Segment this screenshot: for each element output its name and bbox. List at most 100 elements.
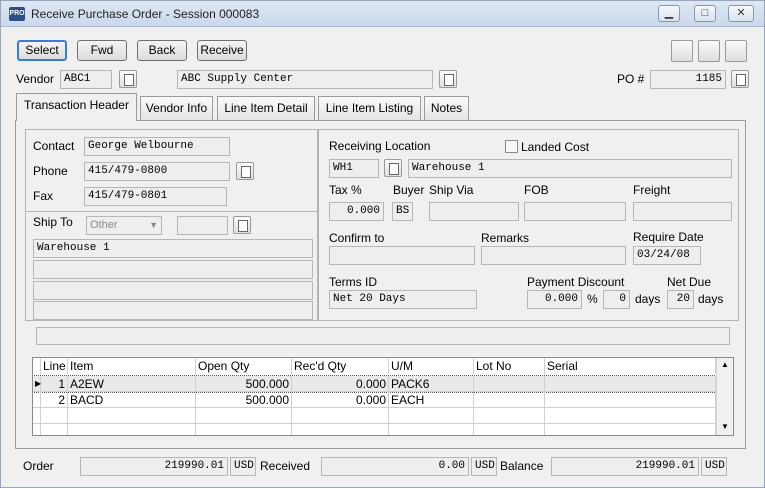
app-icon: PRO <box>9 7 25 21</box>
receiving-location-label: Receiving Location <box>329 139 431 153</box>
line-item-grid[interactable]: Line Item Open Qty Rec'd Qty U/M Lot No … <box>32 357 734 436</box>
col-lot-no[interactable]: Lot No <box>474 358 545 374</box>
phone-dial-icon[interactable] <box>236 162 254 180</box>
po-number-field[interactable]: 1185 <box>650 70 726 89</box>
maximize-button[interactable]: □ <box>694 5 716 22</box>
table-row[interactable]: ▶ 1 A2EW 500.000 0.000 PACK6 <box>33 375 717 393</box>
receive-button[interactable]: Receive <box>197 40 247 61</box>
cell-line: 1 <box>41 376 68 392</box>
col-open-qty[interactable]: Open Qty <box>196 358 292 374</box>
order-total-field: 219990.01 <box>80 457 228 476</box>
confirm-field[interactable] <box>329 246 475 265</box>
location-lookup-icon[interactable] <box>384 159 402 177</box>
vendor-notes-icon[interactable] <box>439 70 457 88</box>
fax-field[interactable]: 415/479-0801 <box>84 187 227 206</box>
percent-label: % <box>587 292 598 306</box>
tax-label: Tax % <box>329 183 362 197</box>
vendor-code-field[interactable]: ABC1 <box>60 70 112 89</box>
landed-cost-label: Landed Cost <box>521 140 590 154</box>
tax-field[interactable]: 0.000 <box>329 202 384 221</box>
vendor-lookup-icon[interactable] <box>119 70 137 88</box>
terms-label: Terms ID <box>329 275 377 289</box>
scroll-down-icon[interactable]: ▼ <box>721 422 729 431</box>
discount-days-label: days <box>635 292 661 306</box>
payment-discount-field[interactable]: 0.000 <box>527 290 582 309</box>
cell-serial <box>545 392 716 408</box>
close-button[interactable]: ✕ <box>728 5 754 22</box>
receiving-location-name[interactable]: Warehouse 1 <box>408 159 732 178</box>
fob-field[interactable] <box>524 202 626 221</box>
col-recd-qty[interactable]: Rec'd Qty <box>292 358 389 374</box>
contact-label: Contact <box>33 139 75 153</box>
require-date-field[interactable]: 03/24/08 <box>633 246 701 265</box>
cell-open-qty: 500.000 <box>196 376 292 392</box>
phone-label: Phone <box>33 164 68 178</box>
table-row[interactable] <box>33 408 716 424</box>
tab-transaction-header[interactable]: Transaction Header <box>16 93 137 121</box>
balance-total-field: 219990.01 <box>551 457 699 476</box>
shipto-code-field[interactable] <box>177 216 228 235</box>
fax-label: Fax <box>33 189 54 203</box>
col-um[interactable]: U/M <box>389 358 474 374</box>
buyer-label: Buyer <box>393 183 425 197</box>
shipvia-field[interactable] <box>429 202 519 221</box>
title-bar: PRO Receive Purchase Order - Session 000… <box>1 1 764 27</box>
purchase-order-window: PRO Receive Purchase Order - Session 000… <box>0 0 765 488</box>
col-item[interactable]: Item <box>68 358 196 374</box>
vendor-label: Vendor <box>16 72 55 86</box>
shipto-label: Ship To <box>33 215 73 229</box>
cell-item: A2EW <box>68 376 196 392</box>
cell-lot-no <box>474 392 545 408</box>
net-due-field[interactable]: 20 <box>667 290 694 309</box>
shipto-select-value: Other <box>90 219 118 231</box>
ship-address-line4[interactable] <box>33 301 313 320</box>
fwd-button[interactable]: Fwd <box>77 40 127 61</box>
tab-vendor-info[interactable]: Vendor Info <box>140 96 213 120</box>
delete-icon[interactable] <box>698 40 720 62</box>
remarks-label: Remarks <box>481 231 530 245</box>
table-row[interactable] <box>33 424 716 435</box>
balance-currency: USD <box>701 457 727 476</box>
col-serial[interactable]: Serial <box>545 358 716 374</box>
order-currency: USD <box>230 457 256 476</box>
buyer-field[interactable]: BS <box>392 202 413 221</box>
save-icon[interactable] <box>671 40 693 62</box>
chevron-down-icon: ▼ <box>149 220 158 230</box>
ship-address-line3[interactable] <box>33 281 313 300</box>
shipto-select[interactable]: Other ▼ <box>86 216 162 235</box>
contact-field[interactable]: George Welbourne <box>84 137 230 156</box>
shipto-lookup-icon[interactable] <box>233 216 251 234</box>
cell-um: EACH <box>389 392 474 408</box>
minimize-button[interactable]: ▁ <box>658 5 680 22</box>
exit-icon[interactable] <box>725 40 747 62</box>
col-line[interactable]: Line <box>41 358 68 374</box>
cell-open-qty: 500.000 <box>196 392 292 408</box>
vendor-name-field[interactable]: ABC Supply Center <box>177 70 433 89</box>
terms-field[interactable]: Net 20 Days <box>329 290 477 309</box>
remarks-field[interactable] <box>481 246 626 265</box>
confirm-label: Confirm to <box>329 231 385 245</box>
tab-line-item-listing[interactable]: Line Item Listing <box>318 96 421 120</box>
cell-line: 2 <box>41 392 68 408</box>
freight-field[interactable] <box>633 202 732 221</box>
receiving-location-code[interactable]: WH1 <box>329 159 379 178</box>
cell-serial <box>545 376 716 392</box>
ship-address-line2[interactable] <box>33 260 313 279</box>
grid-scrollbar[interactable]: ▲ ▼ <box>716 358 733 435</box>
balance-label: Balance <box>500 459 544 473</box>
table-row[interactable]: 2 BACD 500.000 0.000 EACH <box>33 392 716 408</box>
back-button[interactable]: Back <box>137 40 187 61</box>
fob-label: FOB <box>524 183 549 197</box>
landed-cost-checkbox[interactable] <box>505 140 518 153</box>
ship-address-line1[interactable]: Warehouse 1 <box>33 239 313 258</box>
order-label: Order <box>23 459 54 473</box>
po-lookup-icon[interactable] <box>731 70 749 88</box>
received-total-field: 0.00 <box>321 457 469 476</box>
scroll-up-icon[interactable]: ▲ <box>721 360 729 369</box>
select-button[interactable]: Select <box>17 40 67 61</box>
tab-line-item-detail[interactable]: Line Item Detail <box>217 96 315 120</box>
cell-item: BACD <box>68 392 196 408</box>
phone-field[interactable]: 415/479-0800 <box>84 162 230 181</box>
discount-days-field[interactable]: 0 <box>603 290 630 309</box>
tab-notes[interactable]: Notes <box>424 96 469 120</box>
